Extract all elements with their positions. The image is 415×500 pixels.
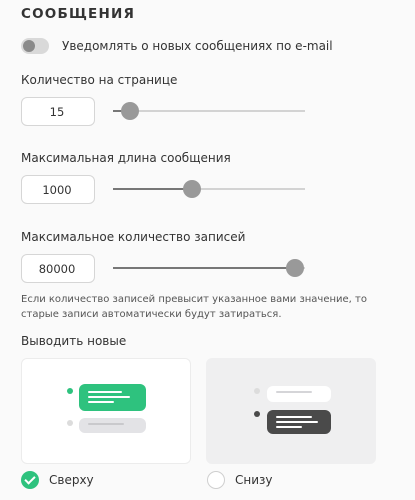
new-message-dot: [67, 388, 73, 394]
max-records-input[interactable]: [21, 254, 95, 283]
old-message-bubble: [79, 418, 146, 433]
per-page-slider[interactable]: [113, 101, 305, 121]
new-message-bubble: [79, 384, 146, 411]
check-icon: [24, 473, 36, 485]
order-top-card[interactable]: [21, 358, 191, 464]
slider-thumb[interactable]: [182, 180, 201, 198]
records-note: Если количество записей превысит указанн…: [21, 294, 367, 320]
order-bottom-radio-row[interactable]: Снизу: [207, 471, 273, 489]
slider-fill: [113, 267, 296, 269]
order-top-label: Сверху: [49, 473, 94, 487]
bubble-line: [88, 391, 122, 393]
bubble-line: [276, 416, 312, 418]
order-top-radio-row[interactable]: Сверху: [21, 471, 94, 489]
order-bottom-card[interactable]: [206, 358, 376, 464]
slider-thumb[interactable]: [286, 259, 305, 277]
bubble-line: [88, 423, 124, 425]
new-message-dot: [254, 411, 260, 417]
max-length-label: Максимальная длина сообщения: [21, 151, 231, 165]
bubble-line: [276, 391, 312, 393]
order-bottom-label: Снизу: [235, 473, 273, 487]
slider-fill: [113, 188, 192, 190]
email-notify-row: Уведомлять о новых сообщениях по e-mail: [21, 38, 333, 54]
max-records-slider[interactable]: [113, 258, 305, 278]
order-label: Выводить новые: [21, 334, 127, 348]
per-page-label: Количество на странице: [21, 73, 178, 87]
bubble-line: [88, 396, 130, 398]
max-records-label: Максимальное количество записей: [21, 230, 246, 244]
per-page-input[interactable]: [21, 97, 95, 126]
bubble-line: [276, 426, 302, 428]
email-notify-label: Уведомлять о новых сообщениях по e-mail: [62, 39, 333, 53]
slider-track: [113, 110, 305, 112]
slider-thumb[interactable]: [121, 102, 140, 120]
bubble-line: [88, 401, 114, 403]
order-bottom-radio[interactable]: [207, 471, 225, 489]
old-message-dot: [254, 388, 260, 394]
old-message-bubble: [267, 386, 331, 402]
max-length-input[interactable]: [21, 175, 95, 204]
email-notify-toggle[interactable]: [21, 38, 49, 54]
toggle-knob: [23, 40, 35, 52]
bubble-line: [276, 421, 318, 423]
old-message-dot: [67, 420, 73, 426]
new-message-bubble: [267, 410, 331, 434]
max-length-slider[interactable]: [113, 179, 305, 199]
section-title: СООБЩЕНИЯ: [21, 6, 136, 22]
order-top-radio[interactable]: [21, 471, 39, 489]
